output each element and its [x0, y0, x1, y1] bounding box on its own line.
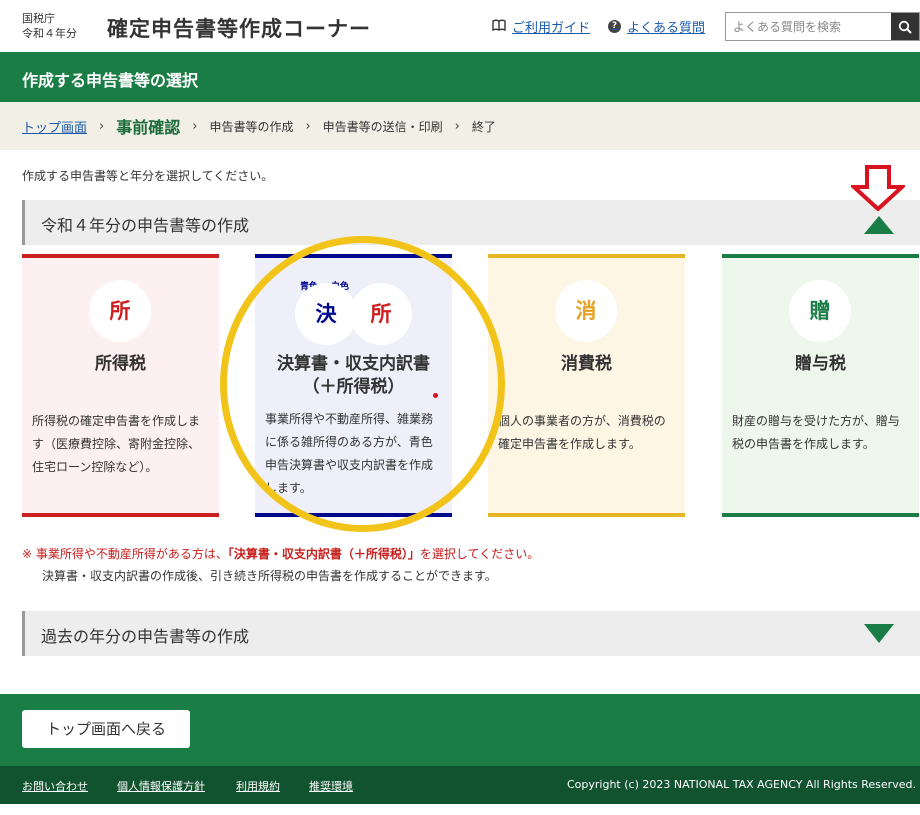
copyright: Copyright (c) 2023 NATIONAL TAX AGENCY A… [567, 778, 916, 791]
search-icon [898, 20, 912, 34]
card-gift-tax[interactable]: 贈 贈与税 財産の贈与を受けた方が、贈与税の申告書を作成します。 [722, 254, 919, 517]
annotation-dot [433, 393, 438, 398]
note-line1-emph: 「決算書・収支内訳書（＋所得税）」 [227, 547, 420, 561]
note-line2: 決算書・収支内訳書の作成後、引き続き所得税の申告書を作成することができます。 [42, 569, 497, 583]
breadcrumb-top-link[interactable]: トップ画面 [22, 117, 87, 136]
expand-triangle-icon[interactable] [864, 624, 894, 643]
back-to-top-button[interactable]: トップ画面へ戻る [22, 710, 190, 748]
intro-text: 作成する申告書等と年分を選択してください。 [22, 169, 274, 183]
footer-link-terms[interactable]: 利用規約 [236, 778, 280, 794]
card-consumption-tax[interactable]: 消 消費税 個人の事業者の方が、消費税の確定申告書を作成します。 [488, 254, 685, 517]
annotation-arrow-icon [851, 165, 905, 211]
section-current-year-title: 令和４年分の申告書等の作成 [41, 216, 250, 235]
card-income-tax[interactable]: 所 所得税 所得税の確定申告書を作成します（医療費控除、寄附金控除、住宅ローン控… [22, 254, 219, 517]
tax-year-label: 令和４年分 [22, 27, 77, 40]
card-title: 贈与税 [795, 354, 846, 374]
site-title[interactable]: 確定申告書等作成コーナー [107, 13, 371, 43]
card-title: 消費税 [561, 354, 612, 374]
income-tax-icon: 所 [89, 280, 151, 342]
card-description: 財産の贈与を受けた方が、贈与税の申告書を作成します。 [732, 414, 900, 451]
book-icon [492, 19, 506, 35]
breadcrumb-step-end: 終了 [471, 119, 496, 134]
breadcrumb-separator: › [305, 118, 311, 134]
question-icon: ? [608, 20, 621, 33]
breadcrumb: トップ画面 › 事前確認 › 申告書等の作成 › 申告書等の送信・印刷 › 終了 [0, 102, 920, 150]
breadcrumb-step-send: 申告書等の送信・印刷 [322, 119, 443, 134]
search-input[interactable] [726, 13, 893, 40]
search-button[interactable] [891, 13, 919, 40]
footer-link-privacy[interactable]: 個人情報保護方針 [117, 778, 205, 794]
card-title: 所得税 [95, 354, 146, 374]
note-mark: ※ [22, 547, 33, 561]
footer-link-contact[interactable]: お問い合わせ [22, 778, 88, 794]
collapse-triangle-icon[interactable] [864, 216, 894, 234]
consumption-tax-icon: 消 [555, 280, 617, 342]
search-box [725, 12, 920, 41]
annotation-highlight-circle [220, 236, 505, 532]
card-description: 個人の事業者の方が、消費税の確定申告書を作成します。 [498, 414, 666, 451]
gift-tax-icon: 贈 [789, 280, 851, 342]
footer-link-environment[interactable]: 推奨環境 [309, 778, 353, 794]
guide-link[interactable]: ご利用ガイド [492, 17, 590, 36]
breadcrumb-separator: › [454, 118, 460, 134]
breadcrumb-step-create: 申告書等の作成 [209, 119, 294, 134]
card-description: 所得税の確定申告書を作成します（医療費控除、寄附金控除、住宅ローン控除など）。 [32, 414, 201, 474]
footer: お問い合わせ 個人情報保護方針 利用規約 推奨環境 Copyright (c) … [0, 766, 920, 804]
guide-link-label[interactable]: ご利用ガイド [512, 17, 590, 36]
faq-link[interactable]: ? よくある質問 [608, 17, 705, 36]
section-current-year[interactable]: 令和４年分の申告書等の作成 [22, 200, 920, 245]
breadcrumb-separator: › [192, 118, 198, 134]
breadcrumb-separator: › [99, 118, 105, 134]
faq-link-label[interactable]: よくある質問 [627, 17, 705, 36]
agency-name: 国税庁 [22, 12, 55, 25]
page-title: 作成する申告書等の選択 [22, 71, 199, 90]
selection-note: ※ 事業所得や不動産所得がある方は、「決算書・収支内訳書（＋所得税）」を選択して… [22, 543, 539, 587]
page-title-bar: 作成する申告書等の選択 [0, 52, 920, 102]
footer-actions: トップ画面へ戻る [0, 694, 920, 766]
section-past-years-title: 過去の年分の申告書等の作成 [41, 627, 250, 646]
breadcrumb-current: 事前確認 [116, 118, 181, 137]
note-line1-pre: 事業所得や不動産所得がある方は、 [35, 547, 228, 561]
note-line1-post: を選択してください。 [419, 547, 540, 561]
section-past-years[interactable]: 過去の年分の申告書等の作成 [22, 611, 920, 656]
site-header: 国税庁 令和４年分 確定申告書等作成コーナー ご利用ガイド ? よくある質問 [0, 0, 920, 52]
agency-label: 国税庁 令和４年分 [22, 11, 77, 41]
